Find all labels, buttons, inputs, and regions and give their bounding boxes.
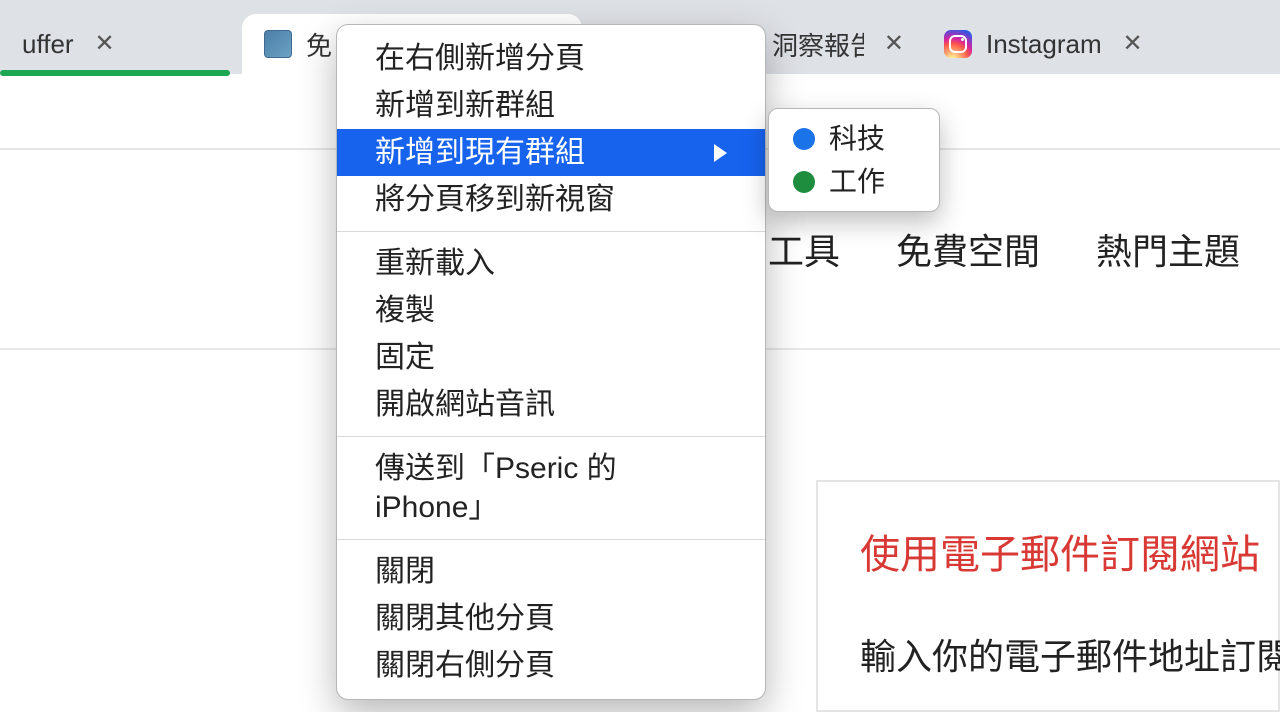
nav-link-freespace[interactable]: 免費空間 xyxy=(896,223,1040,275)
subscribe-subtext: 輸入你的電子郵件地址訂閱 xyxy=(860,628,1236,680)
submenu-group-work[interactable]: 工作 xyxy=(769,160,939,203)
menu-close-others[interactable]: 關閉其他分頁 xyxy=(337,595,765,642)
menu-reload[interactable]: 重新載入 xyxy=(337,240,765,287)
tab-title: Instagram xyxy=(986,29,1102,60)
tab-title: 免 xyxy=(306,26,332,63)
nav-link-hot[interactable]: 熱門主題 xyxy=(1096,223,1240,275)
menu-add-to-existing-group[interactable]: 新增到現有群組 xyxy=(337,129,765,176)
group-color-dot-green xyxy=(793,171,815,193)
subscribe-headline: 使用電子郵件訂閱網站 xyxy=(860,522,1236,580)
menu-new-tab-right[interactable]: 在右側新增分頁 xyxy=(337,35,765,82)
tab-title: 洞察報告 xyxy=(772,26,864,63)
tab-buffer[interactable]: uffer ✕ xyxy=(0,14,242,74)
menu-separator xyxy=(337,539,765,540)
submenu-group-tech[interactable]: 科技 xyxy=(769,117,939,160)
menu-separator xyxy=(337,436,765,437)
tab-group-submenu: 科技 工作 xyxy=(768,108,940,212)
close-tab-icon[interactable]: ✕ xyxy=(884,33,904,55)
menu-close[interactable]: 關閉 xyxy=(337,548,765,595)
favicon-free xyxy=(264,30,292,58)
close-tab-icon[interactable]: ✕ xyxy=(94,33,116,55)
menu-close-right[interactable]: 關閉右側分頁 xyxy=(337,642,765,689)
group-color-dot-blue xyxy=(793,128,815,150)
tab-title: uffer xyxy=(22,29,74,60)
menu-pin[interactable]: 固定 xyxy=(337,334,765,381)
favicon-instagram xyxy=(944,30,972,58)
menu-duplicate[interactable]: 複製 xyxy=(337,287,765,334)
tab-report[interactable]: 洞察報告 ✕ xyxy=(750,14,922,74)
close-tab-icon[interactable]: ✕ xyxy=(1122,33,1144,55)
menu-separator xyxy=(337,231,765,232)
menu-unmute-site[interactable]: 開啟網站音訊 xyxy=(337,381,765,428)
subscribe-card: 使用電子郵件訂閱網站 輸入你的電子郵件地址訂閱 xyxy=(816,480,1280,712)
tab-context-menu: 在右側新增分頁 新增到新群組 新增到現有群組 將分頁移到新視窗 重新載入 複製 … xyxy=(336,24,766,700)
tab-instagram[interactable]: Instagram ✕ xyxy=(922,14,1280,74)
menu-add-to-new-group[interactable]: 新增到新群組 xyxy=(337,82,765,129)
submenu-arrow-icon xyxy=(714,144,727,162)
progress-underline xyxy=(0,70,230,76)
menu-move-to-new-window[interactable]: 將分頁移到新視窗 xyxy=(337,176,765,223)
nav-link-tools[interactable]: 工具 xyxy=(768,223,840,275)
menu-send-to-device[interactable]: 傳送到「Pseric 的 iPhone」 xyxy=(337,445,765,531)
